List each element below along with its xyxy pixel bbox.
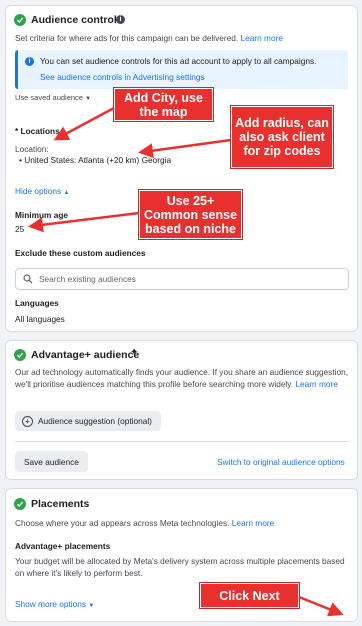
advantage-placements-label: Advantage+ placements <box>15 541 111 551</box>
show-more-options-toggle[interactable]: Show more options ▼ <box>15 598 94 612</box>
use-saved-audience-dropdown[interactable]: Use saved audience ▼ <box>15 93 91 102</box>
search-audiences-input[interactable]: Search existing audiences <box>15 268 349 290</box>
audience-controls-card: Audience controls i Set criteria for whe… <box>5 5 358 332</box>
placements-description: Choose where your ad appears across Meta… <box>15 518 275 528</box>
annotation-min-age: Use 25+ Common sense based on niche <box>139 190 242 239</box>
audience-controls-description: Set criteria for where ads for this camp… <box>15 33 283 43</box>
advertising-settings-link[interactable]: See audience controls in Advertising set… <box>40 71 205 83</box>
hide-options-label: Hide options <box>15 186 62 196</box>
audience-controls-title: Audience controls <box>31 14 123 26</box>
hide-options-toggle[interactable]: Hide options ▲ <box>15 185 69 199</box>
annotation-add-city: Add City, use the map <box>114 88 213 121</box>
placements-card: Placements Choose where your ad appears … <box>5 488 358 622</box>
info-icon[interactable]: i <box>116 15 125 24</box>
search-icon <box>23 274 33 284</box>
saved-audience-label: Use saved audience <box>15 93 83 102</box>
advantage-audience-title: Advantage+ audience <box>31 349 140 361</box>
exclude-audiences-label: Exclude these custom audiences <box>15 248 146 258</box>
audience-suggestion-label: Audience suggestion (optional) <box>38 416 152 426</box>
search-placeholder: Search existing audiences <box>39 274 136 284</box>
info-circle-icon: i <box>25 57 34 66</box>
annotation-click-next: Click Next <box>200 583 299 608</box>
languages-value[interactable]: All languages <box>15 313 65 325</box>
switch-original-audience-link[interactable]: Switch to original audience options <box>217 456 345 468</box>
bullet-icon: • <box>19 155 22 165</box>
location-value: United States: Atlanta (+20 km) Georgia <box>24 155 172 165</box>
min-age-label: Minimum age <box>15 210 69 220</box>
advantage-placements-text: Your budget will be allocated by Meta's … <box>15 556 345 578</box>
check-circle-icon <box>14 498 26 510</box>
learn-more-link[interactable]: Learn more <box>241 33 283 43</box>
learn-more-link[interactable]: Learn more <box>295 379 337 389</box>
min-age-value[interactable]: 25 <box>15 223 24 235</box>
check-circle-icon <box>14 349 26 361</box>
advantage-audience-card: Advantage+ audience ✦ Our ad technology … <box>5 340 358 480</box>
save-audience-label: Save audience <box>24 456 79 467</box>
sparkle-icon: ✦ <box>130 347 139 358</box>
plus-circle-icon: + <box>22 415 33 427</box>
caret-down-icon: ▼ <box>88 603 95 609</box>
info-banner-text: You can set audience controls for this a… <box>40 56 317 66</box>
info-banner: i You can set audience controls for this… <box>15 50 348 89</box>
placements-title: Placements <box>31 498 90 510</box>
advantage-description: Our ad technology automatically finds yo… <box>15 367 349 389</box>
location-item[interactable]: • United States: Atlanta (+20 km) Georgi… <box>19 154 171 166</box>
show-more-label: Show more options <box>15 599 87 609</box>
learn-more-link[interactable]: Learn more <box>232 518 274 528</box>
annotation-add-radius: Add radius, can also ask client for zip … <box>231 106 333 168</box>
locations-label: * Locations <box>15 126 60 136</box>
caret-up-icon: ▲ <box>63 190 70 196</box>
audience-suggestion-button[interactable]: + Audience suggestion (optional) <box>15 411 161 431</box>
languages-label: Languages <box>15 298 59 308</box>
save-audience-button[interactable]: Save audience <box>15 451 88 472</box>
caret-down-icon: ▼ <box>85 96 92 102</box>
divider <box>15 441 349 442</box>
check-circle-icon <box>14 14 26 26</box>
